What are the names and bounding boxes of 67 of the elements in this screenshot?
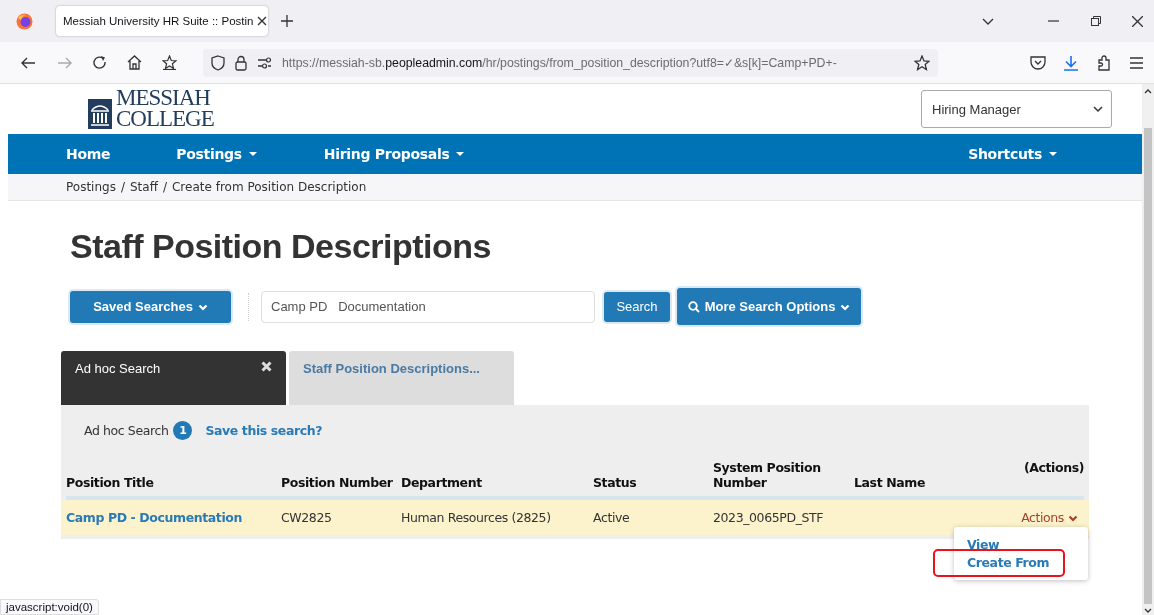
nav-item[interactable]: Home <box>66 146 111 162</box>
column-header: (Actions) <box>1023 460 1084 475</box>
menu-icon[interactable] <box>1129 55 1144 70</box>
column-header[interactable]: System Position Number <box>713 460 854 490</box>
table-cell: Active <box>593 510 630 525</box>
table-cell: 2023_0065PD_STF <box>713 510 824 525</box>
status-url: javascript:void(0) <box>0 599 99 615</box>
reload-icon[interactable] <box>92 55 107 70</box>
scroll-up-icon[interactable] <box>1144 88 1152 94</box>
puzzle-icon[interactable] <box>1095 54 1112 71</box>
plus-icon[interactable] <box>281 15 293 27</box>
column-header[interactable]: Last Name <box>854 475 1024 490</box>
breadcrumb-link[interactable]: Postings <box>66 180 116 194</box>
actions-dropdown[interactable]: Actions <box>1021 510 1078 525</box>
columns-icon <box>88 99 112 129</box>
browser-tab[interactable]: Messiah University HR Suite :: Postin <box>56 6 268 36</box>
table-cell: Human Resources (2825) <box>401 510 551 525</box>
scrollbar-thumb[interactable] <box>1144 128 1152 604</box>
back-icon[interactable] <box>21 55 36 70</box>
address-bar[interactable]: https://messiah-sb.peopleadmin.com/hr/postings/from_position_description?utf8=✓&s[k]=Camp+PD+- <box>203 48 938 77</box>
search-button[interactable]: Search <box>604 291 670 322</box>
saved-searches-button[interactable]: Saved Searches <box>70 290 231 323</box>
chevron-down-icon <box>1093 105 1103 113</box>
logo-text: COLLEGE <box>116 108 214 129</box>
breadcrumb-separator: / <box>120 180 125 194</box>
search-name: Ad hoc Search <box>84 423 169 438</box>
sliders-icon <box>257 56 272 69</box>
logo-text: MESSIAH <box>116 87 211 108</box>
close-icon[interactable] <box>1132 15 1143 27</box>
pocket-icon[interactable] <box>1029 55 1046 70</box>
lock-icon <box>235 54 247 71</box>
position-title-link[interactable]: Camp PD - Documentation <box>66 510 242 525</box>
chevron-down-icon <box>197 302 208 311</box>
page-title: Staff Position Descriptions <box>70 226 492 266</box>
star-icon[interactable] <box>914 54 930 71</box>
nav-item[interactable]: Hiring Proposals <box>323 146 466 162</box>
firefox-icon[interactable] <box>16 12 33 30</box>
breadcrumb-link[interactable]: Staff <box>129 180 158 194</box>
chevron-down-icon <box>840 302 851 311</box>
restore-icon[interactable] <box>1091 16 1101 26</box>
url-text: https://messiah-sb.peopleadmin.com/hr/postings/from_position_description?utf8=✓&s[k]=Camp+PD+- <box>282 55 838 70</box>
menu-item[interactable]: View <box>967 537 1000 552</box>
search-tab[interactable]: Ad hoc Search <box>61 351 286 405</box>
role-select[interactable]: Hiring Manager <box>921 90 1112 128</box>
home-icon[interactable] <box>127 55 142 70</box>
scroll-down-icon[interactable] <box>1144 608 1152 614</box>
column-header[interactable]: Position Title <box>66 475 281 490</box>
nav-item[interactable]: Shortcuts <box>968 146 1058 162</box>
search-icon <box>687 300 700 313</box>
table-cell: CW2825 <box>281 510 332 525</box>
save-search-link[interactable]: Save this search? <box>205 423 323 438</box>
breadcrumb-link[interactable]: Create from Position Description <box>171 180 367 194</box>
star-icon[interactable] <box>162 55 177 70</box>
chevron-down-icon <box>1068 513 1078 522</box>
close-icon[interactable] <box>257 16 268 26</box>
chevron-down-icon[interactable] <box>982 16 994 26</box>
menu-item[interactable]: Create From <box>967 555 1050 570</box>
nav-item[interactable]: Postings <box>176 146 258 162</box>
search-field[interactable]: Camp PD Documentation <box>261 290 595 323</box>
more-search-options-button[interactable]: More Search Options <box>677 288 861 325</box>
column-header[interactable]: Status <box>593 475 713 490</box>
breadcrumb-separator: / <box>162 180 167 194</box>
column-header[interactable]: Position Number <box>281 475 401 490</box>
shield-icon <box>211 54 225 71</box>
column-header[interactable]: Department <box>401 475 593 490</box>
count-badge: 1 <box>173 421 193 440</box>
download-icon[interactable] <box>1062 54 1079 71</box>
